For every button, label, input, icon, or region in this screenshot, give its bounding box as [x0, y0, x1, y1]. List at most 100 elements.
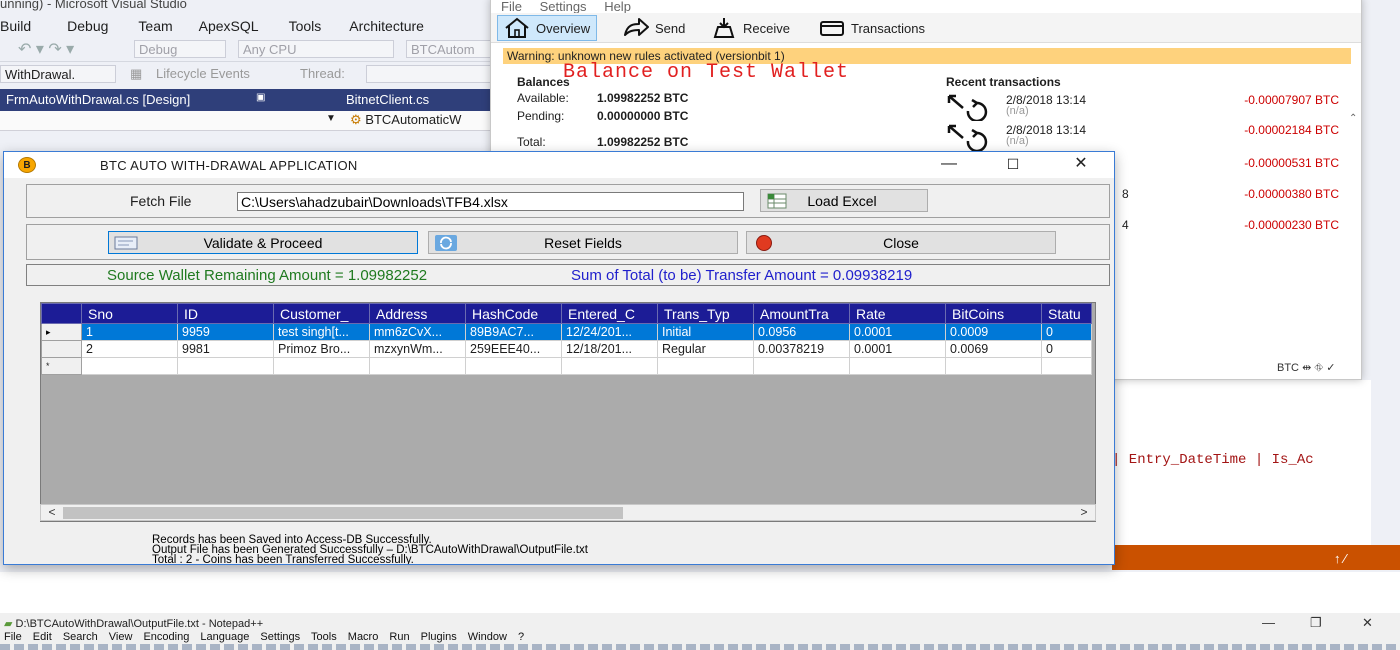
- cell-address[interactable]: mzxynWm...: [369, 340, 466, 358]
- arrow-up-icon[interactable]: ↑ ⁄: [1334, 551, 1346, 566]
- project-combo[interactable]: BTCAutom: [406, 40, 492, 58]
- cell-trans-type[interactable]: Regular: [657, 340, 754, 358]
- wallet-menu-file[interactable]: File: [501, 0, 522, 14]
- table-row[interactable]: ▸ 1 9959 test singh[t... mm6zCvX... 89B9…: [41, 323, 1092, 341]
- tab-transactions[interactable]: Transactions: [813, 15, 931, 41]
- column-header[interactable]: ID: [177, 303, 274, 324]
- tab-send[interactable]: Send: [617, 15, 691, 41]
- cell-bitcoins[interactable]: 0.0009: [945, 323, 1042, 341]
- npp-menu-search[interactable]: Search: [63, 631, 98, 643]
- npp-menu-run[interactable]: Run: [389, 631, 409, 643]
- cell-id[interactable]: 9959: [177, 323, 274, 341]
- npp-menu-encoding[interactable]: Encoding: [143, 631, 189, 643]
- npp-menu-edit[interactable]: Edit: [33, 631, 52, 643]
- column-header[interactable]: Customer_: [273, 303, 370, 324]
- column-header[interactable]: Rate: [849, 303, 946, 324]
- column-header[interactable]: Sno: [81, 303, 178, 324]
- records-grid[interactable]: Sno ID Customer_ Address HashCode Entere…: [40, 302, 1096, 522]
- cell-amount[interactable]: 0.00378219: [753, 340, 850, 358]
- cell-status[interactable]: [1041, 357, 1092, 375]
- vs-menu-team[interactable]: Team: [126, 16, 190, 38]
- wallet-menu-help[interactable]: Help: [604, 0, 631, 14]
- close-icon[interactable]: ✕: [1058, 152, 1104, 178]
- cell-customer[interactable]: Primoz Bro...: [273, 340, 370, 358]
- cell-bitcoins[interactable]: 0.0069: [945, 340, 1042, 358]
- tab-receive[interactable]: Receive: [705, 15, 796, 41]
- vs-menu-debug[interactable]: Debug: [49, 16, 126, 38]
- scroll-right-icon[interactable]: >: [1075, 505, 1093, 520]
- chevron-down-icon[interactable]: ▼: [326, 113, 336, 124]
- row-marker[interactable]: ▸: [41, 323, 82, 341]
- scroll-up-icon[interactable]: ⌃: [1349, 113, 1361, 129]
- wallet-menu-settings[interactable]: Settings: [540, 0, 587, 14]
- undo-icon[interactable]: ↶ ▾ ↷ ▾: [18, 39, 74, 59]
- cell-sno[interactable]: 2: [81, 340, 178, 358]
- cell-amount[interactable]: 0.0956: [753, 323, 850, 341]
- unit-label[interactable]: BTC: [1277, 362, 1299, 374]
- cell-sno[interactable]: [81, 357, 178, 375]
- lifecycle-label[interactable]: Lifecycle Events: [156, 66, 250, 81]
- scroll-left-icon[interactable]: <: [43, 505, 61, 520]
- column-header[interactable]: BitCoins: [945, 303, 1042, 324]
- npp-menu-view[interactable]: View: [109, 631, 133, 643]
- vs-menu-tools[interactable]: Tools: [277, 16, 340, 38]
- column-header[interactable]: Entered_C: [561, 303, 658, 324]
- table-row[interactable]: 2 9981 Primoz Bro... mzxynWm... 259EEE40…: [41, 340, 1092, 358]
- cell-address[interactable]: [369, 357, 466, 375]
- column-header[interactable]: AmountTra: [753, 303, 850, 324]
- new-row[interactable]: *: [41, 357, 1092, 375]
- validate-proceed-button[interactable]: Validate & Proceed: [108, 231, 418, 254]
- scrollbar-thumb[interactable]: [63, 507, 623, 519]
- vs-menu-architecture[interactable]: Architecture: [339, 16, 442, 38]
- npp-maximize-icon[interactable]: ❐: [1310, 615, 1322, 631]
- reset-fields-button[interactable]: Reset Fields: [428, 231, 738, 254]
- npp-menu-language[interactable]: Language: [200, 631, 249, 643]
- cell-status[interactable]: 0: [1041, 340, 1092, 358]
- cell-entered[interactable]: 12/18/201...: [561, 340, 658, 358]
- npp-menu-settings[interactable]: Settings: [260, 631, 300, 643]
- column-header[interactable]: Address: [369, 303, 466, 324]
- cell-hashcode[interactable]: 259EEE40...: [465, 340, 562, 358]
- minimize-icon[interactable]: —: [926, 152, 972, 178]
- fetch-path-input[interactable]: [237, 192, 744, 211]
- cell-amount[interactable]: [753, 357, 850, 375]
- npp-menu-macro[interactable]: Macro: [348, 631, 379, 643]
- cell-rate[interactable]: 0.0001: [849, 340, 946, 358]
- cell-id[interactable]: 9981: [177, 340, 274, 358]
- config-combo[interactable]: Debug: [134, 40, 226, 58]
- maximize-icon[interactable]: ☐: [990, 152, 1036, 178]
- npp-close-icon[interactable]: ✕: [1362, 615, 1373, 631]
- npp-minimize-icon[interactable]: —: [1262, 615, 1275, 630]
- cell-rate[interactable]: 0.0001: [849, 323, 946, 341]
- pin-icon[interactable]: ▣: [256, 92, 265, 103]
- cell-bitcoins[interactable]: [945, 357, 1042, 375]
- close-button[interactable]: Close: [746, 231, 1056, 254]
- cell-entered[interactable]: 12/24/201...: [561, 323, 658, 341]
- cell-sno[interactable]: 1: [81, 323, 178, 341]
- npp-menu-plugins[interactable]: Plugins: [421, 631, 457, 643]
- column-header[interactable]: Trans_Typ: [657, 303, 754, 324]
- transaction-item[interactable]: 2/8/2018 13:14 (n/a) -0.00002184 BTC: [946, 123, 1341, 153]
- npp-menu-file[interactable]: File: [4, 631, 22, 643]
- tab-form-design[interactable]: FrmAutoWithDrawal.cs [Design]: [6, 92, 190, 107]
- cell-customer[interactable]: [273, 357, 370, 375]
- tab-bitnet-client[interactable]: BitnetClient.cs: [346, 92, 429, 107]
- cell-address[interactable]: mm6zCvX...: [369, 323, 466, 341]
- load-excel-button[interactable]: Load Excel: [760, 189, 928, 212]
- vs-menu-apexsql[interactable]: ApexSQL: [191, 16, 277, 38]
- row-marker[interactable]: *: [41, 357, 82, 375]
- npp-menu-tools[interactable]: Tools: [311, 631, 337, 643]
- horizontal-scrollbar[interactable]: < >: [40, 504, 1096, 521]
- cell-customer[interactable]: test singh[t...: [273, 323, 370, 341]
- cell-hashcode[interactable]: [465, 357, 562, 375]
- thread-combo[interactable]: [366, 65, 492, 83]
- cell-hashcode[interactable]: 89B9AC7...: [465, 323, 562, 341]
- tab-overview[interactable]: Overview: [497, 15, 598, 41]
- cell-entered[interactable]: [561, 357, 658, 375]
- column-header[interactable]: HashCode: [465, 303, 562, 324]
- cell-status[interactable]: 0: [1041, 323, 1092, 341]
- npp-menu-help[interactable]: ?: [518, 631, 524, 643]
- cell-rate[interactable]: [849, 357, 946, 375]
- column-header[interactable]: Statu: [1041, 303, 1092, 324]
- cell-id[interactable]: [177, 357, 274, 375]
